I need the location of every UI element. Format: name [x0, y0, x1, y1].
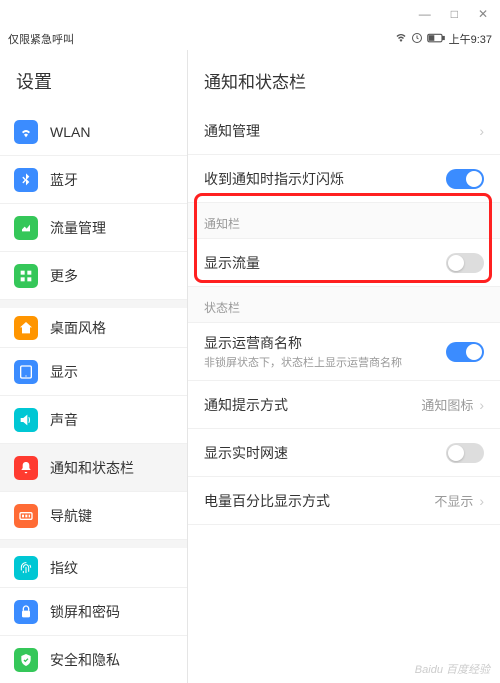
sidebar-item-label: 更多 [50, 266, 78, 286]
wifi-icon [395, 32, 407, 47]
sidebar-item-bluetooth[interactable]: 蓝牙 [0, 156, 187, 204]
sidebar-item-home[interactable]: 桌面风格 [0, 300, 187, 348]
battery-icon [427, 33, 445, 46]
section-header-notification-bar: 通知栏 [188, 203, 500, 239]
sidebar-title: 设置 [0, 50, 187, 108]
sidebar-item-label: 桌面风格 [50, 318, 106, 338]
sidebar-item-label: 通知和状态栏 [50, 458, 134, 478]
device-statusbar: 仅限紧急呼叫 上午9:37 [0, 28, 500, 50]
settings-sidebar: 设置 WLAN 蓝牙流量管理更多桌面风格显示声音通知和状态栏导航键指纹锁屏和密码安… [0, 50, 188, 683]
row-battery-percent[interactable]: 电量百分比显示方式 不显示 › [188, 477, 500, 525]
sidebar-item-nav[interactable]: 导航键 [0, 492, 187, 540]
wifi-icon [14, 120, 38, 144]
maximize-button[interactable]: □ [451, 7, 458, 21]
sidebar-item-label: 安全和隐私 [50, 650, 120, 670]
page-title: 通知和状态栏 [188, 50, 500, 107]
sidebar-item-lock[interactable]: 锁屏和密码 [0, 588, 187, 636]
data-icon [14, 216, 38, 240]
sidebar-item-label: 显示 [50, 362, 78, 382]
sidebar-item-display[interactable]: 显示 [0, 348, 187, 396]
row-notification-style[interactable]: 通知提示方式 通知图标 › [188, 381, 500, 429]
sidebar-item-data[interactable]: 流量管理 [0, 204, 187, 252]
nav-icon [14, 504, 38, 528]
display-icon [14, 360, 38, 384]
sidebar-item-bell[interactable]: 通知和状态栏 [0, 444, 187, 492]
chevron-right-icon: › [479, 123, 484, 139]
section-header-status-bar: 状态栏 [188, 287, 500, 323]
toggle-show-netspeed[interactable] [446, 443, 484, 463]
settings-detail-panel: 通知和状态栏 通知管理 › 收到通知时指示灯闪烁 通知栏 显示流量 状态栏 显示… [188, 50, 500, 683]
clock-icon [411, 32, 423, 47]
sidebar-item-sound[interactable]: 声音 [0, 396, 187, 444]
toggle-show-carrier[interactable] [446, 342, 484, 362]
chevron-right-icon: › [479, 493, 484, 509]
bluetooth-icon [14, 168, 38, 192]
bell-icon [14, 456, 38, 480]
more-icon [14, 264, 38, 288]
sidebar-item-fingerprint[interactable]: 指纹 [0, 540, 187, 588]
sidebar-item-label: 锁屏和密码 [50, 602, 120, 622]
sidebar-item-label: 指纹 [50, 558, 78, 578]
sound-icon [14, 408, 38, 432]
watermark: Baidu 百度经验 [415, 661, 490, 677]
sidebar-item-label: 蓝牙 [50, 170, 78, 190]
minimize-button[interactable]: — [419, 7, 431, 21]
time-label: 上午9:37 [449, 31, 492, 47]
row-show-carrier[interactable]: 显示运营商名称 非锁屏状态下，状态栏上显示运营商名称 [188, 323, 500, 381]
toggle-led-blink[interactable] [446, 169, 484, 189]
row-show-traffic[interactable]: 显示流量 [188, 239, 500, 287]
lock-icon [14, 600, 38, 624]
sidebar-item-more[interactable]: 更多 [0, 252, 187, 300]
row-show-netspeed[interactable]: 显示实时网速 [188, 429, 500, 477]
row-notification-management[interactable]: 通知管理 › [188, 107, 500, 155]
sidebar-item-shield[interactable]: 安全和隐私 [0, 636, 187, 683]
close-button[interactable]: ✕ [478, 7, 488, 21]
window-titlebar: — □ ✕ [0, 0, 500, 28]
fingerprint-icon [14, 556, 38, 580]
shield-icon [14, 648, 38, 672]
sidebar-item-label: 声音 [50, 410, 78, 430]
home-icon [14, 316, 38, 340]
sidebar-item-wifi[interactable]: WLAN [0, 108, 187, 156]
sidebar-item-label: 导航键 [50, 506, 92, 526]
sidebar-item-label: WLAN [50, 124, 90, 140]
sidebar-item-label: 流量管理 [50, 218, 106, 238]
chevron-right-icon: › [479, 397, 484, 413]
row-led-blink[interactable]: 收到通知时指示灯闪烁 [188, 155, 500, 203]
network-status: 仅限紧急呼叫 [8, 31, 395, 47]
toggle-show-traffic[interactable] [446, 253, 484, 273]
